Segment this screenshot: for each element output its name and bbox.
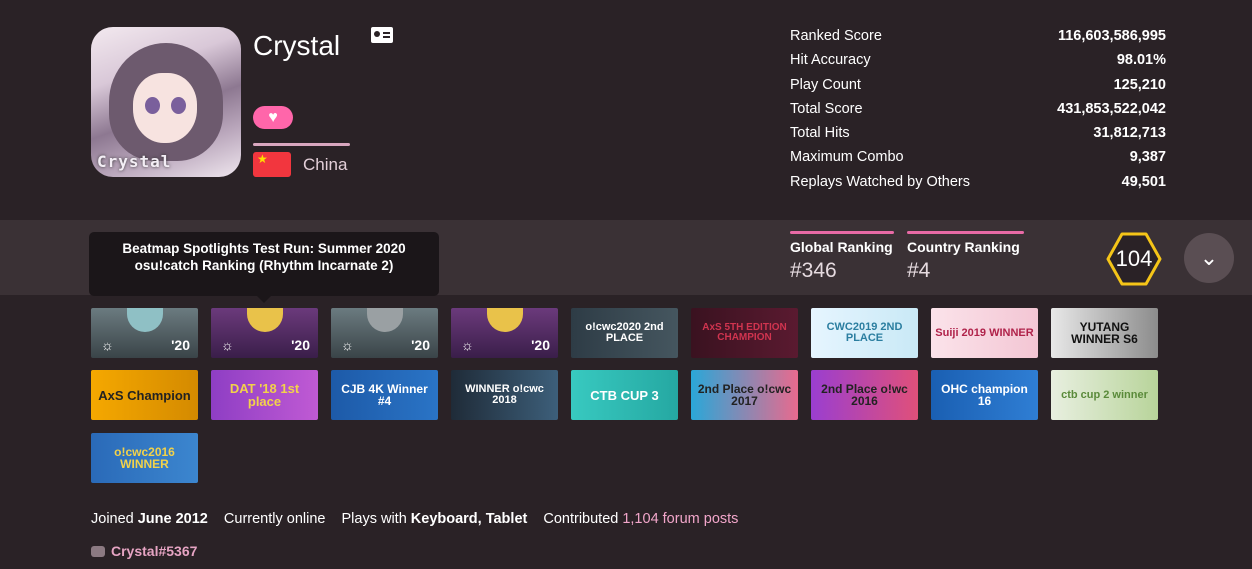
badge[interactable]: YUTANG WINNER S6 xyxy=(1051,308,1158,358)
stat-label: Replays Watched by Others xyxy=(790,173,970,190)
badge-text: o!cwc2016 WINNER xyxy=(114,445,175,471)
badge[interactable]: 2nd Place o!wc 2016 xyxy=(811,370,918,420)
stat-value: 98.01% xyxy=(1116,52,1166,69)
badge-text: CJB 4K Winner #4 xyxy=(341,382,428,408)
badge-year: '20 xyxy=(171,337,190,353)
badge-text: Suiji 2019 WINNER xyxy=(935,326,1034,339)
stat-value: 116,603,586,995 xyxy=(1057,28,1166,44)
country-ranking-label: Country Ranking xyxy=(907,239,1020,255)
stat-row: Replays Watched by Others 49,501 xyxy=(790,174,1166,198)
stat-row: Total Score 431,853,522,042 xyxy=(790,101,1166,125)
discord-link[interactable]: Crystal#5367 xyxy=(91,543,197,559)
badge[interactable]: CWC2019 2ND PLACE xyxy=(811,308,918,358)
play-devices: Keyboard, Tablet xyxy=(410,511,528,527)
stat-value: 49,501 xyxy=(1121,173,1166,190)
badge[interactable]: AxS 5TH EDITION CHAMPION xyxy=(691,308,798,358)
country-divider xyxy=(253,143,350,146)
badge-text: OHC champion 16 xyxy=(941,382,1028,408)
stat-value: 31,812,713 xyxy=(1093,125,1166,142)
badge-text: AxS 5TH EDITION CHAMPION xyxy=(702,322,787,343)
stat-row: Total Hits 31,812,713 xyxy=(790,125,1166,149)
username: Crystal xyxy=(253,30,341,61)
stat-row: Maximum Combo 9,387 xyxy=(790,149,1166,173)
stats-table: Ranked Score 116,603,586,995 Hit Accuracy 9… xyxy=(790,28,1166,198)
badge[interactable]: ctb cup 2 winner xyxy=(1051,370,1158,420)
stat-label: Maximum Combo xyxy=(790,149,904,166)
avatar-name-text: Crystal xyxy=(97,152,172,171)
chevron-down-icon: ⌄ xyxy=(1199,245,1219,270)
stat-label: Play Count xyxy=(790,76,861,93)
level-value: 104 xyxy=(1115,246,1153,271)
badge[interactable]: ☼ '20 xyxy=(451,308,558,358)
badge-text: CWC2019 2ND PLACE xyxy=(826,321,903,344)
expand-button[interactable]: ⌄ xyxy=(1184,233,1234,283)
badge[interactable]: o!cwc2020 2nd PLACE xyxy=(571,308,678,358)
stat-value: 125,210 xyxy=(1113,76,1166,93)
level-badge: 104 xyxy=(1106,232,1162,286)
badge[interactable]: WINNER o!cwc 2018 xyxy=(451,370,558,420)
badge-text: 2nd Place o!wc 2016 xyxy=(821,382,908,408)
avatar[interactable]: Crystal xyxy=(91,27,241,177)
badge-tooltip: Beatmap Spotlights Test Run: Summer 2020… xyxy=(89,232,439,303)
badge[interactable]: ☼ '20 xyxy=(331,308,438,358)
stat-row: Hit Accuracy 98.01% xyxy=(790,52,1166,76)
badge[interactable]: OHC champion 16 xyxy=(931,370,1038,420)
badge[interactable]: ☼ '20 xyxy=(211,308,318,358)
profile-header: Crystal Crystal ♥ ★ China Ranked Score 11… xyxy=(0,0,1252,220)
forum-posts-link[interactable]: 1,104 forum posts xyxy=(622,511,738,527)
sun-icon: ☼ xyxy=(341,337,354,353)
badge-year: '20 xyxy=(531,337,550,353)
country-name[interactable]: China xyxy=(303,155,347,175)
badge-text: AxS Champion xyxy=(98,387,191,403)
badge-text: DAT '18 1st place xyxy=(229,381,300,409)
badge-text: YUTANG WINNER S6 xyxy=(1071,320,1138,346)
supporter-heart-icon[interactable]: ♥ xyxy=(253,106,293,129)
profile-card-icon[interactable] xyxy=(371,27,393,43)
badge[interactable]: ☼ '20 xyxy=(91,308,198,358)
badge-year: '20 xyxy=(291,337,310,353)
profile-info-line: Joined June 2012 Currently online Plays w… xyxy=(91,511,739,527)
discord-icon xyxy=(91,546,105,557)
china-flag-icon: ★ xyxy=(253,152,291,177)
stat-label: Hit Accuracy xyxy=(790,52,871,69)
badge-text: o!cwc2020 2nd PLACE xyxy=(585,321,664,344)
badge-text: CTB CUP 3 xyxy=(590,387,659,403)
badge-text: WINNER o!cwc 2018 xyxy=(465,383,544,406)
country-ranking-value: #4 xyxy=(907,259,931,282)
badge-text: 2nd Place o!cwc 2017 xyxy=(697,382,792,408)
badge[interactable]: Suiji 2019 WINNER xyxy=(931,308,1038,358)
stat-row: Ranked Score 116,603,586,995 xyxy=(790,28,1166,52)
sun-icon: ☼ xyxy=(461,337,474,353)
badge[interactable]: DAT '18 1st place xyxy=(211,370,318,420)
stat-label: Ranked Score xyxy=(790,28,882,44)
badge[interactable]: 2nd Place o!cwc 2017 xyxy=(691,370,798,420)
online-status: Currently online xyxy=(223,511,326,527)
country-ranking: Country Ranking #4 xyxy=(907,231,1024,283)
sun-icon: ☼ xyxy=(221,337,234,353)
stat-label: Total Score xyxy=(790,100,863,117)
stat-row: Play Count 125,210 xyxy=(790,77,1166,101)
stat-value: 9,387 xyxy=(1129,149,1166,166)
profile-footer: Joined June 2012 Currently online Plays w… xyxy=(0,496,1252,569)
badge-year: '20 xyxy=(411,337,430,353)
badge[interactable]: o!cwc2016 WINNER xyxy=(91,433,198,483)
stat-value: 431,853,522,042 xyxy=(1057,100,1166,117)
badge-text: ctb cup 2 winner xyxy=(1061,388,1148,401)
global-ranking: Global Ranking #346 xyxy=(790,231,894,283)
joined-date: June 2012 xyxy=(137,511,208,527)
global-ranking-value: #346 xyxy=(790,259,837,282)
badge[interactable]: CJB 4K Winner #4 xyxy=(331,370,438,420)
stat-label: Total Hits xyxy=(790,125,850,142)
global-ranking-label: Global Ranking xyxy=(790,239,893,255)
badge[interactable]: CTB CUP 3 xyxy=(571,370,678,420)
discord-tag: Crystal#5367 xyxy=(111,543,198,559)
sun-icon: ☼ xyxy=(101,337,114,353)
badge[interactable]: AxS Champion xyxy=(91,370,198,420)
